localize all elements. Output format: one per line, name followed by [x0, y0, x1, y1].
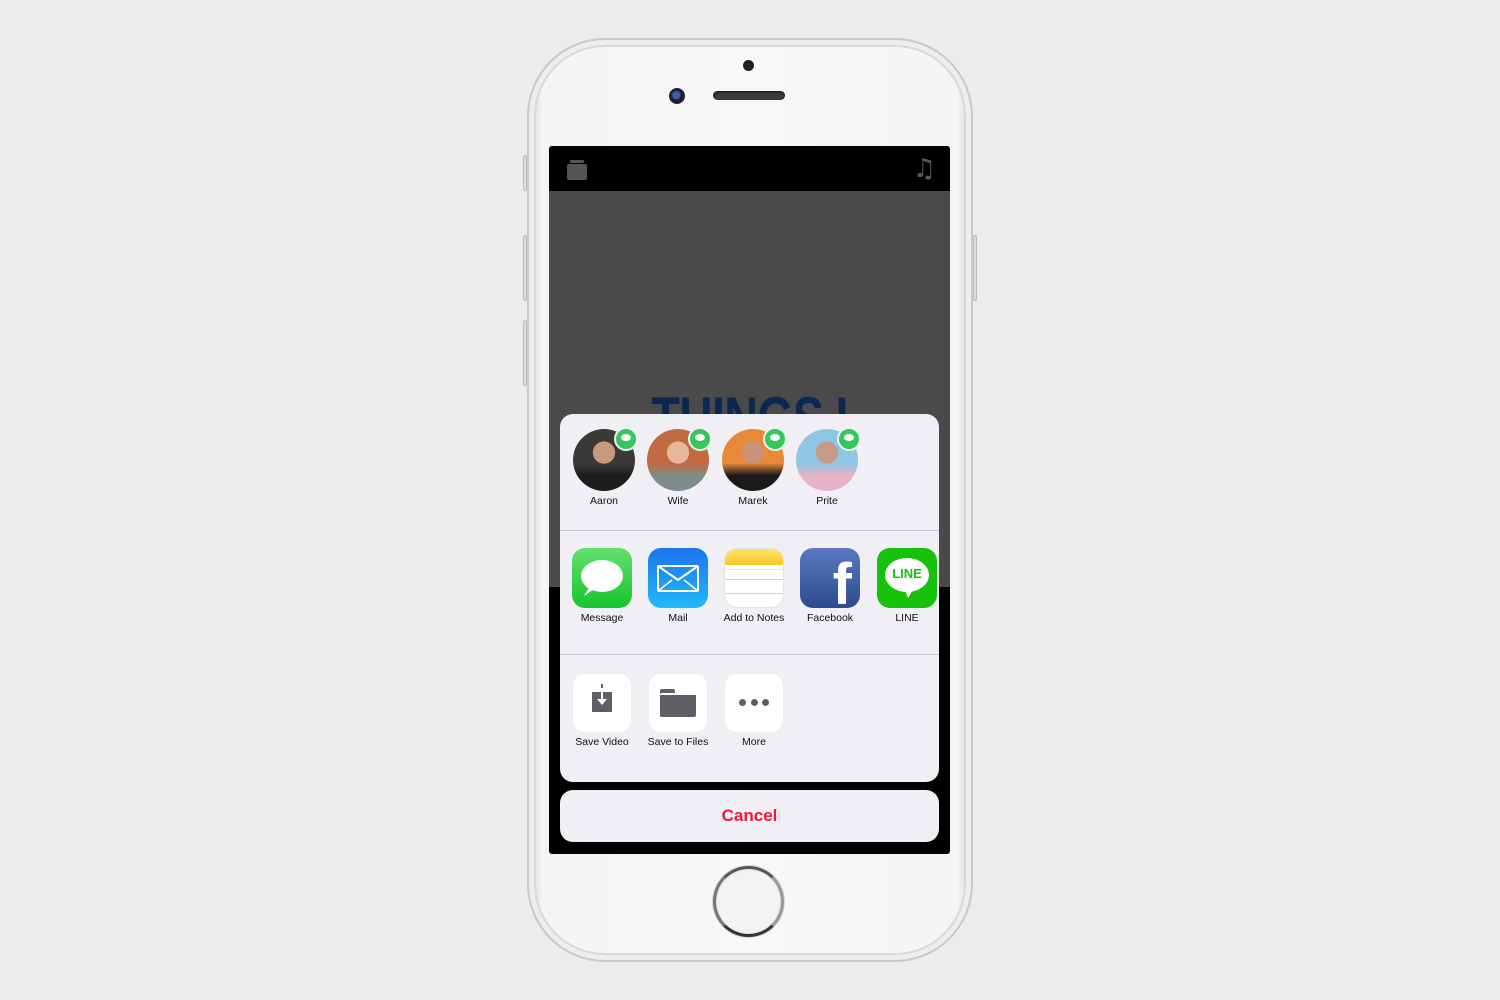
screen: ♫ THINGS I LOVE! AaronWifeMarekPrite Mes… — [549, 146, 950, 854]
music-note-icon[interactable]: ♫ — [913, 154, 936, 184]
stack-icon[interactable] — [567, 160, 587, 180]
home-button[interactable] — [713, 866, 784, 937]
mail-app-icon — [648, 548, 708, 608]
app-label: Mail — [668, 612, 688, 624]
earpiece-speaker — [713, 91, 785, 100]
share-sheet: Aaron Wife Marek Prite Message Mail Add to No… — [560, 414, 939, 782]
app-label: Message — [580, 612, 624, 624]
share-action-save-video[interactable]: Save Video — [563, 674, 641, 748]
share-app-message[interactable]: Message — [563, 548, 641, 624]
volume-up-button — [523, 235, 527, 301]
app-label: LINE — [895, 612, 919, 624]
share-apps-row: Message Mail Add to Notes f Facebook LINE LINE — [560, 532, 939, 655]
save-video-icon — [573, 674, 631, 732]
person-contact[interactable]: Aaron — [567, 427, 641, 507]
proximity-sensor — [743, 60, 754, 71]
more-dots-icon — [725, 674, 783, 732]
power-button — [973, 235, 977, 301]
share-app-facebook[interactable]: f Facebook — [791, 548, 869, 624]
action-label: More — [742, 736, 766, 748]
person-contact[interactable]: Prite — [790, 427, 864, 507]
line-app-icon: LINE — [877, 548, 937, 608]
share-app-add-to-notes[interactable]: Add to Notes — [715, 548, 793, 624]
app-label: Facebook — [806, 612, 854, 624]
share-action-save-to-files[interactable]: Save to Files — [639, 674, 717, 748]
messages-badge-icon — [614, 427, 638, 451]
app-top-bar: ♫ — [549, 146, 950, 191]
action-label: Save to Files — [647, 736, 709, 748]
volume-down-button — [523, 320, 527, 386]
cancel-button[interactable]: Cancel — [560, 790, 939, 842]
action-label: Save Video — [575, 736, 629, 748]
share-action-more[interactable]: More — [715, 674, 793, 748]
messages-badge-icon — [763, 427, 787, 451]
share-app-mail[interactable]: Mail — [639, 548, 717, 624]
notes-app-icon — [724, 548, 784, 608]
mute-switch — [523, 155, 527, 191]
folder-icon — [649, 674, 707, 732]
person-name: Wife — [667, 495, 689, 507]
app-label: Add to Notes — [723, 612, 785, 624]
person-contact[interactable]: Marek — [716, 427, 790, 507]
messages-badge-icon — [688, 427, 712, 451]
share-actions-row: Save Video Save to Files More — [560, 656, 939, 782]
messages-badge-icon — [837, 427, 861, 451]
person-name: Marek — [738, 495, 768, 507]
messages-app-icon — [572, 548, 632, 608]
person-name: Aaron — [589, 495, 619, 507]
airdrop-people-row: Aaron Wife Marek Prite — [560, 414, 939, 531]
share-app-line[interactable]: LINE LINE — [868, 548, 939, 624]
person-contact[interactable]: Wife — [641, 427, 715, 507]
facebook-app-icon: f — [800, 548, 860, 608]
front-camera — [669, 88, 685, 104]
person-name: Prite — [816, 495, 838, 507]
